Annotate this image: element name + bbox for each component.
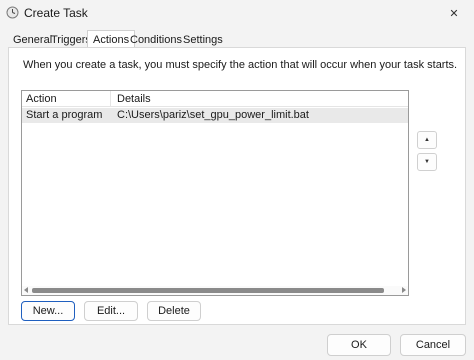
delete-button[interactable]: Delete: [147, 301, 201, 321]
instruction-text: When you create a task, you must specify…: [23, 59, 458, 71]
task-scheduler-icon: [6, 6, 19, 19]
row-details: C:\Users\pariz\set_gpu_power_limit.bat: [117, 109, 309, 121]
move-down-button[interactable]: ▼: [417, 153, 437, 171]
column-header-action[interactable]: Action: [22, 91, 111, 107]
scrollbar-thumb[interactable]: [32, 288, 384, 293]
close-button[interactable]: ✕: [440, 2, 468, 24]
window-title: Create Task: [24, 6, 88, 20]
actions-list[interactable]: Action Details Start a program C:\Users\…: [21, 90, 409, 296]
horizontal-scrollbar[interactable]: [22, 286, 408, 295]
move-up-button[interactable]: ▲: [417, 131, 437, 149]
chevron-up-icon: ▲: [424, 137, 430, 143]
cancel-button[interactable]: Cancel: [400, 334, 466, 356]
scroll-right-icon[interactable]: [402, 287, 406, 293]
table-row[interactable]: Start a program C:\Users\pariz\set_gpu_p…: [22, 108, 408, 123]
row-action: Start a program: [26, 109, 103, 121]
tab-settings[interactable]: Settings: [178, 32, 228, 48]
list-header: Action Details: [22, 91, 408, 107]
chevron-down-icon: ▼: [424, 159, 430, 165]
column-header-details[interactable]: Details: [111, 91, 408, 107]
edit-button[interactable]: Edit...: [84, 301, 138, 321]
scroll-left-icon[interactable]: [24, 287, 28, 293]
title-bar: Create Task ✕: [0, 0, 474, 26]
actions-panel: When you create a task, you must specify…: [8, 47, 466, 325]
new-button[interactable]: New...: [21, 301, 75, 321]
close-icon: ✕: [449, 7, 459, 20]
ok-button[interactable]: OK: [327, 334, 391, 356]
